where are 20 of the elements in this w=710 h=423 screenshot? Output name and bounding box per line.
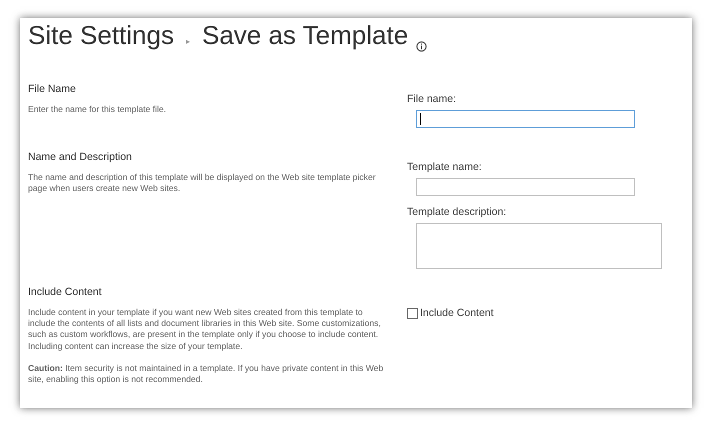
section-description: The name and description of this template will be displayed on the Web site template picker page when users create new Web sites. (28, 172, 377, 194)
section-title: Include Content (28, 285, 103, 300)
info-icon[interactable] (416, 40, 428, 52)
textarea-field[interactable] (416, 222, 662, 268)
text-field[interactable] (416, 110, 635, 128)
field-label: File name: (407, 92, 458, 107)
checkbox-icon[interactable] (407, 308, 418, 320)
field-label: Template name: (407, 160, 483, 175)
section-title: Name and Description (28, 150, 133, 165)
text-field[interactable] (416, 178, 635, 196)
section-description: Enter the name for this template file. (28, 104, 168, 116)
text-cursor-icon (420, 112, 421, 125)
section-description: Caution: Item security is not maintained in a template. If you have private content in this Web site, enabling this option is not recommended. (28, 362, 384, 386)
section-title: File Name (28, 82, 77, 97)
field-label: Template description: (407, 204, 508, 220)
page-title: Save as Template (202, 22, 408, 48)
breadcrumb-link[interactable]: Site Settings (28, 22, 174, 48)
include-content-checkbox[interactable]: Include Content (407, 306, 494, 322)
breadcrumb-separator: ▸ (186, 36, 190, 48)
section-description: Include content in your template if you want new Web sites created from this template to include the contents of all lists and document libraries in this Web site. Some customizations, such as custom workflows, are present in the template only if you choose to include content. Including content can increase the size of your template. (28, 306, 382, 352)
